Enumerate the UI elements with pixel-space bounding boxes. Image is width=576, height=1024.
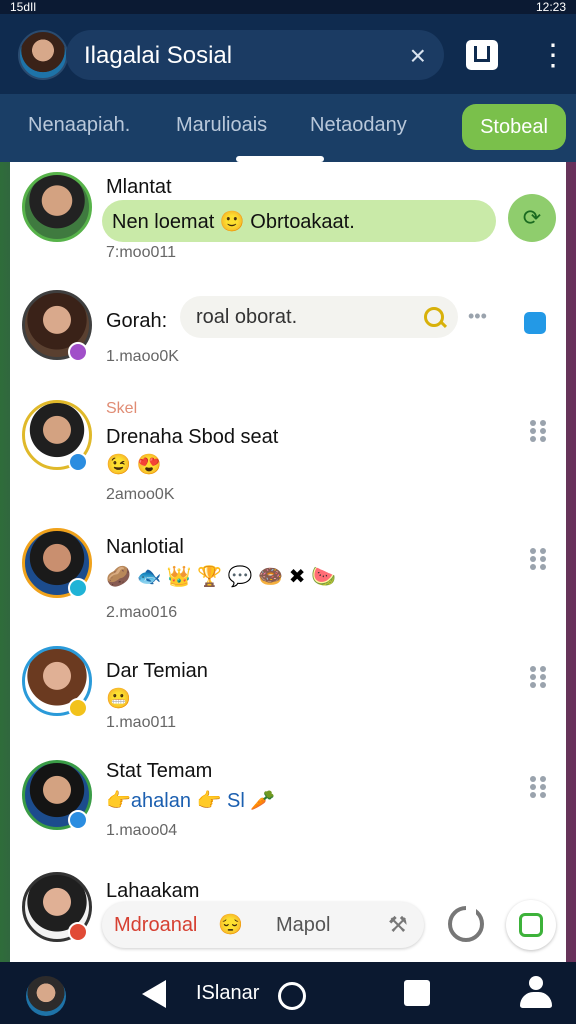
emoji-row: 😉 😍 (106, 454, 162, 476)
compose-label: Mdroanal (114, 914, 198, 936)
chat-name: Gorah: (106, 310, 168, 332)
back-icon[interactable] (142, 980, 166, 1008)
nav-label[interactable]: ISlanar (196, 982, 259, 1005)
chat-name: Nanlotial (106, 536, 184, 558)
drag-handle-icon[interactable] (530, 420, 546, 442)
search-field-text: roal oborat. (196, 306, 298, 328)
tools-icon[interactable]: ⚒ (388, 912, 408, 938)
chat-name: Mlantat (106, 176, 172, 198)
tab-2[interactable]: Marulioais (176, 114, 267, 137)
chat-row[interactable]: Mlantat Nen loemat 🙂 Obrtoakaat. ⟳ 7:moo… (10, 162, 566, 283)
status-badge (68, 810, 88, 830)
avatar[interactable] (26, 976, 66, 1016)
status-badge (68, 698, 88, 718)
refresh-icon[interactable]: ⟳ (508, 194, 556, 242)
emoji-row: 🥔 🐟 👑 🏆 💬 🍩 ✖ 🍉 (106, 566, 336, 588)
profile-icon[interactable] (520, 976, 552, 1010)
more-horizontal-icon[interactable]: ••• (468, 306, 487, 327)
tab-action-button[interactable]: Stobeal (462, 104, 566, 150)
chat-row[interactable]: Dar Temian 😬 1.mao011 (10, 640, 566, 753)
message-text: 👉ahalan 👉 Sl 🥕 (106, 790, 276, 812)
chat-row[interactable]: Skel Drenaha Sbod seat 😉 😍 2amoo0K (10, 390, 566, 523)
chat-time: 1.mao011 (106, 714, 176, 731)
tab-3[interactable]: Netaodany (310, 114, 407, 137)
chat-name: Drenaha Sbod seat (106, 426, 279, 448)
profile-avatar[interactable] (18, 30, 68, 80)
sync-icon[interactable] (524, 312, 546, 334)
chat-row[interactable]: Nanlotial 🥔 🐟 👑 🏆 💬 🍩 ✖ 🍉 2.mao016 (10, 522, 566, 641)
drag-handle-icon[interactable] (530, 666, 546, 688)
chat-name: Stat Temam (106, 760, 213, 782)
drag-handle-icon[interactable] (530, 548, 546, 570)
search-field[interactable]: roal oborat. (180, 296, 458, 338)
chat-time: 1.maoo0K (106, 348, 179, 365)
chat-row[interactable]: Gorah: roal oborat. ••• 1.maoo0K (10, 282, 566, 391)
chat-name: Lahaakam (106, 880, 200, 902)
chat-time: 2amoo0K (106, 486, 175, 503)
message-bubble[interactable]: Nen loemat 🙂 Obrtoakaat. (102, 200, 496, 242)
chat-time: 2.mao016 (106, 604, 178, 621)
square-action-button[interactable] (506, 900, 556, 950)
app-header: Ilagalai Sosial × ⋮ (0, 14, 576, 94)
chat-time: 7:moo011 (106, 244, 176, 261)
close-icon[interactable]: × (410, 40, 426, 72)
search-icon[interactable] (424, 307, 444, 327)
chat-name: Dar Temian (106, 660, 208, 682)
recents-icon[interactable] (404, 980, 430, 1006)
status-left-text: 15dIl (10, 0, 37, 14)
drag-handle-icon[interactable] (530, 776, 546, 798)
chat-list: Mlantat Nen loemat 🙂 Obrtoakaat. ⟳ 7:moo… (10, 162, 566, 962)
status-badge (68, 922, 88, 942)
tab-1[interactable]: Nenaapiah. (28, 114, 130, 137)
status-time: 12:23 (535, 0, 566, 14)
emoji-icon[interactable]: 😔 (218, 912, 243, 937)
search-title: Ilagalai Sosial (84, 42, 233, 69)
home-icon[interactable] (278, 982, 306, 1010)
refresh-icon[interactable] (448, 906, 484, 942)
message-text: Nen loemat 🙂 Obrtoakaat. (112, 211, 355, 233)
avatar (22, 172, 92, 242)
compose-placeholder: Mapol (276, 914, 331, 936)
chat-row[interactable]: Stat Temam 👉ahalan 👉 Sl 🥕 1.maoo04 (10, 752, 566, 865)
status-badge (68, 578, 88, 598)
emoji-row: 😬 (106, 688, 131, 710)
bottom-nav: ISlanar (0, 962, 576, 1024)
status-badge (68, 452, 88, 472)
chat-tag: Skel (106, 400, 138, 417)
status-bar: 15dIl 12:23 (0, 0, 576, 14)
more-vertical-icon[interactable]: ⋮ (538, 38, 568, 74)
search-bar[interactable]: Ilagalai Sosial × (66, 30, 444, 80)
status-badge (68, 342, 88, 362)
book-icon[interactable] (466, 40, 498, 70)
chat-time: 1.maoo04 (106, 822, 178, 839)
compose-bar[interactable]: Mdroanal 😔 Mapol ⚒ (102, 902, 424, 948)
